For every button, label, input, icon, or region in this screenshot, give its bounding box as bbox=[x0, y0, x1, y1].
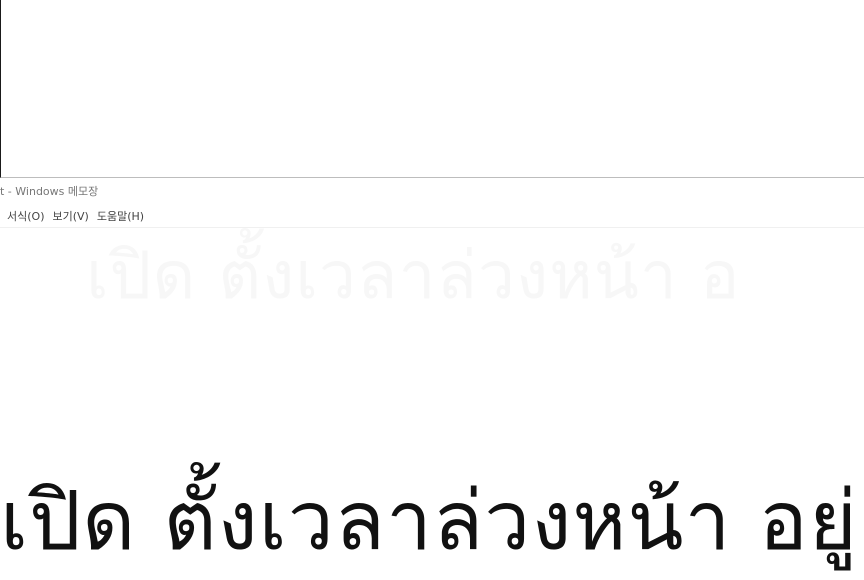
ghost-text-overlay: เปิด ตั้งเวลาล่วงหน้า อ bbox=[86, 237, 741, 314]
menu-format[interactable]: 서식(O) bbox=[0, 208, 48, 226]
title-bar[interactable]: t - Windows 메모장 bbox=[0, 179, 864, 205]
document-text[interactable]: เปิด ตั้งเวลาล่วงหน้า อยู่ bbox=[0, 468, 858, 576]
window-title: t - Windows 메모장 bbox=[0, 185, 99, 198]
screen: t - Windows 메모장 서식(O) 보기(V) 도움말(H) เปิด … bbox=[0, 0, 864, 580]
text-editor-area[interactable]: เปิด ตั้งเวลาล่วงหน้า อ เปิด ตั้งเวลาล่ว… bbox=[0, 228, 864, 580]
menu-view[interactable]: 보기(V) bbox=[48, 208, 92, 226]
notepad-window: t - Windows 메모장 서식(O) 보기(V) 도움말(H) เปิด … bbox=[0, 179, 864, 580]
menu-bar: 서식(O) 보기(V) 도움말(H) bbox=[0, 207, 864, 227]
upper-window-content-area bbox=[0, 0, 864, 178]
menu-help[interactable]: 도움말(H) bbox=[93, 208, 148, 226]
